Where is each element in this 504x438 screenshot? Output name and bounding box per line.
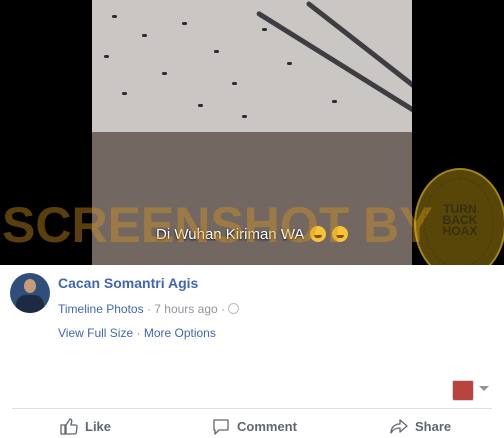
lying-person: [332, 100, 337, 103]
lying-person: [242, 115, 247, 118]
post-meta: Timeline Photos · 7 hours ago ·: [58, 302, 240, 316]
share-arrow-icon: [390, 418, 408, 434]
lying-person: [122, 92, 127, 95]
thumbs-up-icon: [60, 417, 78, 435]
comment-icon: [213, 418, 229, 435]
chevron-down-icon[interactable]: [479, 386, 489, 391]
action-bar-divider: [12, 408, 492, 409]
comment-button[interactable]: Comment: [212, 418, 297, 435]
lying-person: [182, 22, 187, 25]
photo-plaza: [92, 0, 412, 132]
seal-text: TURN BACK HOAX: [442, 202, 478, 238]
photo-viewer: Di Wuhan Kiriman WA SCREENSHOT BY TURN BA…: [0, 0, 504, 265]
avatar-head: [24, 279, 36, 293]
share-label: Share: [415, 418, 452, 434]
avatar-body: [16, 295, 44, 313]
lying-person: [198, 104, 203, 107]
meta-separator: ·: [221, 302, 226, 316]
meta-separator: ·: [146, 302, 151, 316]
lying-person: [232, 82, 237, 85]
links-separator: ·: [136, 326, 141, 340]
lying-person: [214, 50, 219, 53]
watermark-text: SCREENSHOT BY: [2, 197, 433, 253]
lying-person: [104, 55, 109, 58]
lying-person: [112, 15, 117, 18]
view-full-size-link[interactable]: View Full Size: [58, 326, 133, 340]
photo-links: View Full Size · More Options: [58, 326, 216, 340]
post-author-name[interactable]: Cacan Somantri Agis: [58, 275, 198, 291]
like-button[interactable]: Like: [60, 417, 112, 435]
like-label: Like: [85, 418, 112, 434]
lying-person: [262, 28, 267, 31]
comment-label: Comment: [237, 418, 297, 434]
album-link[interactable]: Timeline Photos: [58, 302, 144, 316]
turnbackhoax-seal-logo: TURN BACK HOAX: [414, 168, 504, 265]
share-button[interactable]: Share: [390, 418, 451, 434]
lying-person: [162, 72, 167, 75]
more-options-link[interactable]: More Options: [144, 326, 216, 340]
page-avatar-picker[interactable]: [452, 380, 474, 401]
timestamp-link[interactable]: 7 hours ago: [154, 302, 217, 316]
author-avatar[interactable]: [10, 273, 50, 313]
lying-person: [142, 34, 147, 37]
lying-person: [287, 62, 292, 65]
globe-icon[interactable]: [228, 303, 240, 314]
